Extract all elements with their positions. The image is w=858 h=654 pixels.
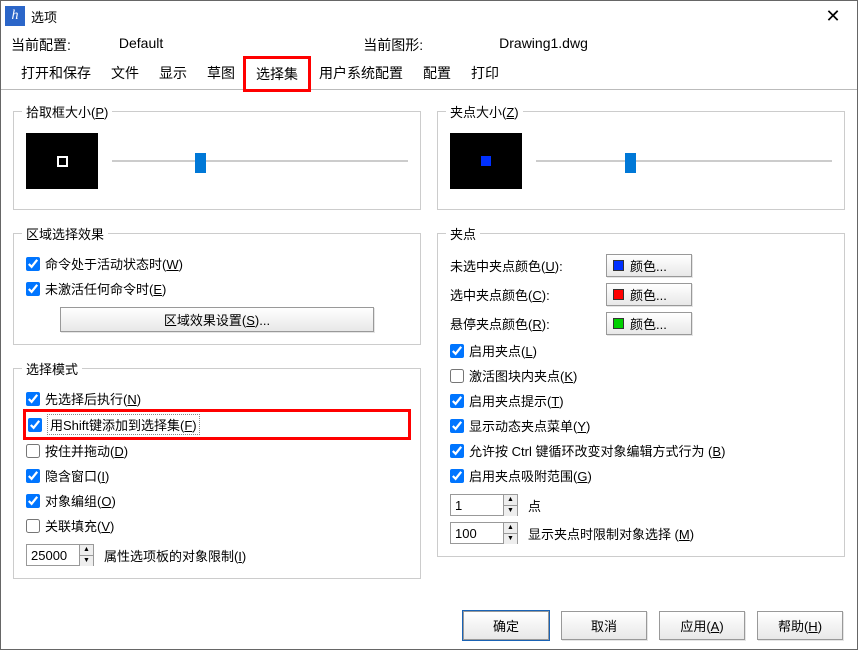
chk-enable-grips[interactable]: 启用夹点(L)	[450, 338, 832, 363]
group-grips: 夹点 未选中夹点颜色(U): 颜色... 选中夹点颜色(C): 颜色...	[437, 224, 845, 557]
current-drawing-value: Drawing1.dwg	[499, 35, 588, 55]
pickbox-shape-icon	[57, 156, 68, 167]
grip-limit-label: 显示夹点时限制对象选择 (M)	[528, 524, 694, 543]
grip-sel-color-button[interactable]: 颜色...	[606, 283, 692, 306]
palette-limit-label: 属性选项板的对象限制(I)	[104, 546, 246, 565]
cancel-button[interactable]: 取消	[561, 611, 647, 640]
chk-dyn-grip-menu[interactable]: 显示动态夹点菜单(Y)	[450, 413, 832, 438]
grip-limit-input[interactable]: ▲▼	[450, 522, 518, 544]
chk-noun-verb[interactable]: 先选择后执行(N)	[26, 386, 408, 411]
tab-open-save[interactable]: 打开和保存	[11, 58, 101, 90]
grip-snap-label: 点	[528, 496, 541, 515]
group-grip-size: 夹点大小(Z)	[437, 102, 845, 210]
spin-down-icon[interactable]: ▼	[504, 534, 517, 544]
grip-sel-label: 选中夹点颜色(C):	[450, 285, 600, 304]
app-icon: h	[5, 6, 25, 26]
palette-limit-input[interactable]: ▲▼	[26, 544, 94, 566]
tab-display[interactable]: 显示	[149, 58, 197, 90]
tab-print[interactable]: 打印	[461, 58, 509, 90]
grip-unsel-label: 未选中夹点颜色(U):	[450, 256, 600, 275]
chk-ctrl-cycle[interactable]: 允许按 Ctrl 键循环改变对象编辑方式行为 (B)	[450, 438, 832, 463]
chk-grip-snap-range[interactable]: 启用夹点吸附范围(G)	[450, 463, 832, 488]
pickbox-slider[interactable]	[112, 151, 408, 171]
group-sel-viz: 区域选择效果 命令处于活动状态时(W) 未激活任何命令时(E) 区域效果设置(S…	[13, 224, 421, 345]
tab-file[interactable]: 文件	[101, 58, 149, 90]
tab-config[interactable]: 配置	[413, 58, 461, 90]
tab-selection[interactable]: 选择集	[245, 58, 309, 90]
help-button[interactable]: 帮助(H)	[757, 611, 843, 640]
pickbox-preview	[26, 133, 98, 189]
grip-preview	[450, 133, 522, 189]
grip-hover-label: 悬停夹点颜色(R):	[450, 314, 600, 333]
grip-snap-input[interactable]: ▲▼	[450, 494, 518, 516]
chk-press-drag[interactable]: 按住并拖动(D)	[26, 438, 408, 463]
chk-active-cmd[interactable]: 命令处于活动状态时(W)	[26, 251, 408, 276]
window-title: 选项	[31, 7, 809, 26]
grip-hover-color-button[interactable]: 颜色...	[606, 312, 692, 335]
dialog-footer: 确定 取消 应用(A) 帮助(H)	[1, 601, 857, 654]
color-swatch-icon	[613, 260, 624, 271]
spin-up-icon[interactable]: ▲	[504, 495, 517, 506]
tabs: 打开和保存 文件 显示 草图 选择集 用户系统配置 配置 打印	[1, 57, 857, 90]
spin-down-icon[interactable]: ▼	[504, 506, 517, 516]
title-bar: h 选项 ✕	[1, 1, 857, 31]
spin-up-icon[interactable]: ▲	[504, 523, 517, 534]
config-info-row: 当前配置: Default 当前图形: Drawing1.dwg	[1, 31, 857, 57]
grips-legend: 夹点	[446, 224, 480, 243]
selmode-legend: 选择模式	[22, 359, 82, 378]
chk-shift-add[interactable]: 用Shift键添加到选择集(F)	[26, 412, 408, 437]
group-sel-mode: 选择模式 先选择后执行(N) 用Shift键添加到选择集(F) 按住并拖动(D)…	[13, 359, 421, 579]
pickbox-legend: 拾取框大小(P)	[22, 102, 112, 121]
chk-assoc-hatch[interactable]: 关联填充(V)	[26, 513, 408, 538]
grip-slider[interactable]	[536, 151, 832, 171]
current-config-label: 当前配置:	[11, 35, 71, 55]
close-icon[interactable]: ✕	[809, 1, 857, 31]
tab-sketch[interactable]: 草图	[197, 58, 245, 90]
current-drawing-label: 当前图形:	[363, 35, 423, 55]
spin-down-icon[interactable]: ▼	[80, 556, 93, 566]
apply-button[interactable]: 应用(A)	[659, 611, 745, 640]
group-pickbox-size: 拾取框大小(P)	[13, 102, 421, 210]
chk-object-group[interactable]: 对象编组(O)	[26, 488, 408, 513]
color-swatch-icon	[613, 289, 624, 300]
chk-no-active[interactable]: 未激活任何命令时(E)	[26, 276, 408, 301]
selviz-legend: 区域选择效果	[22, 224, 108, 243]
ok-button[interactable]: 确定	[463, 611, 549, 640]
chk-implied-window[interactable]: 隐含窗口(I)	[26, 463, 408, 488]
tab-user-system[interactable]: 用户系统配置	[309, 58, 413, 90]
gripsize-legend: 夹点大小(Z)	[446, 102, 523, 121]
current-config-value: Default	[119, 35, 163, 55]
color-swatch-icon	[613, 318, 624, 329]
btn-area-settings[interactable]: 区域效果设置(S)...	[60, 307, 373, 332]
grip-unsel-color-button[interactable]: 颜色...	[606, 254, 692, 277]
chk-grips-in-blocks[interactable]: 激活图块内夹点(K)	[450, 363, 832, 388]
grip-shape-icon	[481, 156, 491, 166]
spin-up-icon[interactable]: ▲	[80, 545, 93, 556]
chk-grip-tips[interactable]: 启用夹点提示(T)	[450, 388, 832, 413]
